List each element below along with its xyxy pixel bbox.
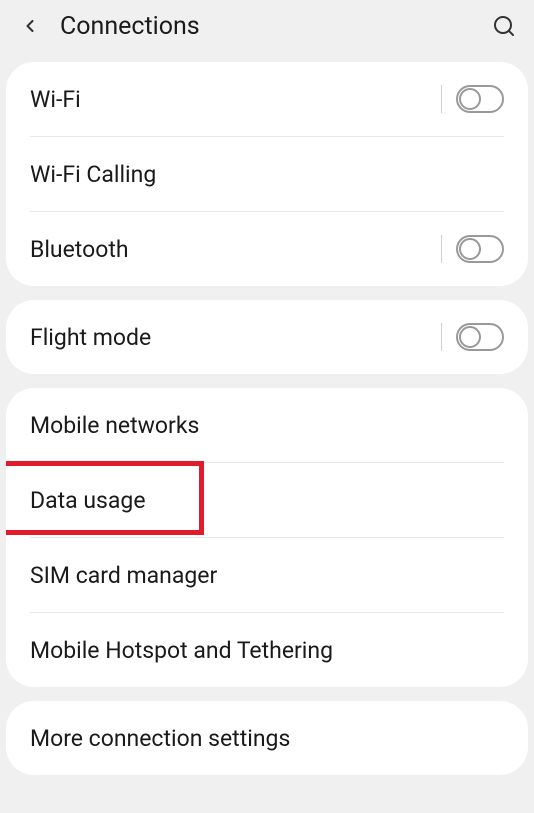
bluetooth-toggle[interactable] — [456, 235, 504, 263]
row-label: Mobile Hotspot and Tethering — [30, 637, 504, 664]
row-more-connection[interactable]: More connection settings — [6, 701, 528, 775]
toggle-separator — [441, 323, 442, 351]
search-icon[interactable] — [490, 12, 518, 40]
row-label: Wi-Fi Calling — [30, 161, 504, 188]
row-label: Wi-Fi — [30, 86, 441, 113]
settings-group-flight: Flight mode — [6, 300, 528, 374]
row-label: Flight mode — [30, 324, 441, 351]
toggle-knob — [459, 326, 481, 348]
row-label: Mobile networks — [30, 412, 504, 439]
row-data-usage[interactable]: Data usage — [6, 463, 528, 537]
toggle-knob — [459, 238, 481, 260]
toggle-wrap — [441, 323, 504, 351]
row-hotspot[interactable]: Mobile Hotspot and Tethering — [6, 613, 528, 687]
toggle-wrap — [441, 85, 504, 113]
settings-group-more: More connection settings — [6, 701, 528, 775]
settings-group-mobile: Mobile networks Data usage SIM card mana… — [6, 388, 528, 687]
row-bluetooth[interactable]: Bluetooth — [6, 212, 528, 286]
settings-group-connectivity: Wi-Fi Wi-Fi Calling Bluetooth — [6, 62, 528, 286]
row-label: Bluetooth — [30, 236, 441, 263]
page-title: Connections — [60, 12, 490, 41]
back-icon[interactable] — [16, 12, 44, 40]
toggle-separator — [441, 85, 442, 113]
row-label: More connection settings — [30, 725, 504, 752]
row-label: Data usage — [30, 487, 504, 514]
row-label: SIM card manager — [30, 562, 504, 589]
toggle-knob — [459, 88, 481, 110]
toggle-separator — [441, 235, 442, 263]
row-sim-card[interactable]: SIM card manager — [6, 538, 528, 612]
header: Connections — [0, 0, 534, 56]
wifi-toggle[interactable] — [456, 85, 504, 113]
flight-mode-toggle[interactable] — [456, 323, 504, 351]
row-wifi[interactable]: Wi-Fi — [6, 62, 528, 136]
toggle-wrap — [441, 235, 504, 263]
row-flight-mode[interactable]: Flight mode — [6, 300, 528, 374]
row-wifi-calling[interactable]: Wi-Fi Calling — [6, 137, 528, 211]
row-mobile-networks[interactable]: Mobile networks — [6, 388, 528, 462]
